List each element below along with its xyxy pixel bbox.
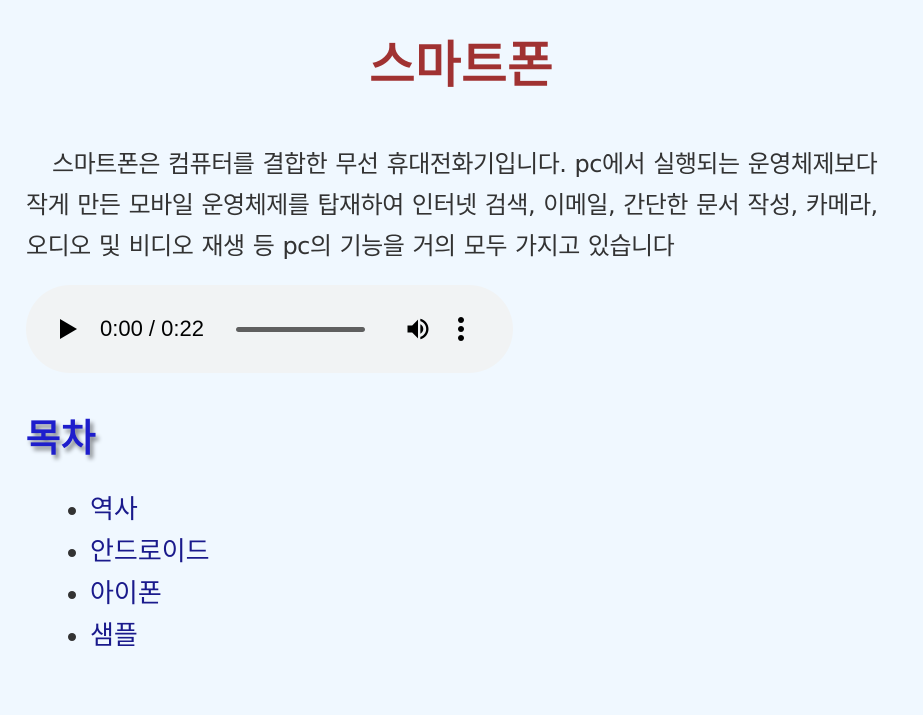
toc-item: 역사 — [90, 489, 897, 531]
more-options-icon — [458, 317, 464, 341]
volume-icon — [407, 318, 429, 340]
time-display: 0:00 / 0:22 — [100, 316, 204, 341]
volume-button[interactable] — [403, 314, 433, 344]
toc-link-history[interactable]: 역사 — [90, 495, 138, 525]
toc-link-iphone[interactable]: 아이폰 — [90, 579, 162, 609]
toc-heading: 목차 — [26, 416, 96, 460]
toc-link-android[interactable]: 안드로이드 — [90, 537, 210, 567]
play-button[interactable] — [56, 317, 80, 341]
page: 스마트폰 스마트폰은 컴퓨터를 결합한 무선 휴대전화기입니다. pc에서 실행… — [0, 0, 923, 715]
toc-item: 안드로이드 — [90, 531, 897, 573]
toc-item: 아이폰 — [90, 573, 897, 615]
more-options-button[interactable] — [453, 314, 469, 344]
intro-paragraph: 스마트폰은 컴퓨터를 결합한 무선 휴대전화기입니다. pc에서 실행되는 운영… — [26, 150, 878, 260]
audio-player[interactable]: 0:00 / 0:22 — [26, 285, 513, 373]
progress-bar[interactable] — [236, 326, 365, 332]
toc-list: 역사 안드로이드 아이폰 샘플 — [26, 489, 897, 657]
toc-link-sample[interactable]: 샘플 — [90, 621, 138, 651]
page-title: 스마트폰 — [369, 36, 554, 94]
toc-item: 샘플 — [90, 615, 897, 657]
play-icon — [60, 319, 77, 339]
